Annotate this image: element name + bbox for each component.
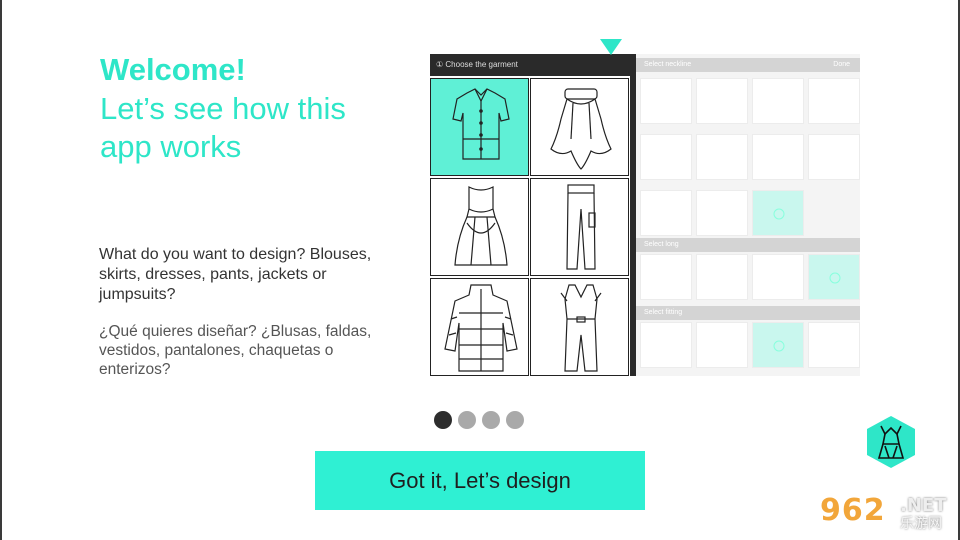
garment-pane-header: ① Choose the garment [430,54,630,76]
fitting-option[interactable] [696,322,748,368]
neckline-header: Select neckline Done [636,58,860,72]
long-option[interactable] [696,254,748,300]
garment-selection-pane: ① Choose the garment [430,54,630,376]
page-dot-2[interactable] [458,411,476,429]
description-spanish: ¿Qué quieres diseñar? ¿Blusas, faldas, v… [99,323,372,378]
neckline-option[interactable] [696,190,748,236]
fitting-header: Select fitting [636,306,860,320]
garment-grid [430,78,630,376]
pointer-arrow-icon [600,39,622,55]
neckline-option[interactable] [696,78,748,124]
page-dot-3[interactable] [482,411,500,429]
blouse-icon [452,88,510,160]
check-circle-icon [773,208,785,220]
watermark-number: 962 [820,493,886,528]
neckline-header-label: Select neckline [644,61,692,68]
neckline-option-selected[interactable] [752,190,804,236]
neckline-option[interactable] [640,134,692,180]
jacket-icon [444,284,518,372]
long-option[interactable] [640,254,692,300]
neckline-option[interactable] [808,78,860,124]
neckline-option[interactable] [752,134,804,180]
neckline-option[interactable] [640,190,692,236]
app-preview-mockup: ① Choose the garment Select neckline Don… [430,54,860,376]
watermark-logo: 962 .NET 乐游网 [820,493,955,533]
garment-cell-jumpsuit[interactable] [530,278,629,376]
skirt-icon [550,88,612,170]
check-circle-icon [773,340,785,352]
dress-icon [454,186,508,266]
fitting-option[interactable] [808,322,860,368]
page-dot-1[interactable] [434,411,452,429]
page-dot-4[interactable] [506,411,524,429]
garment-cell-jacket[interactable] [430,278,529,376]
fitting-option[interactable] [640,322,692,368]
fitting-option-selected[interactable] [752,322,804,368]
garment-cell-blouse[interactable] [430,78,529,176]
garment-cell-skirt[interactable] [530,78,629,176]
description-english: What do you want to design? Blouses, ski… [99,246,372,303]
dress-form-icon[interactable] [863,414,919,470]
watermark-chinese: 乐游网 [900,516,942,532]
garment-cell-dress[interactable] [430,178,529,276]
long-option-selected[interactable] [808,254,860,300]
long-option[interactable] [752,254,804,300]
jumpsuit-icon [560,284,602,372]
welcome-heading: Welcome! [100,52,246,87]
neckline-option[interactable] [808,134,860,180]
got-it-button[interactable]: Got it, Let’s design [315,451,645,510]
options-pane: Select neckline Done Select long Select … [636,54,860,376]
pants-icon [566,184,596,270]
neckline-option[interactable] [640,78,692,124]
neckline-option[interactable] [696,134,748,180]
long-header: Select long [636,238,860,252]
neckline-option[interactable] [752,78,804,124]
check-circle-icon [829,272,841,284]
window-frame-left [0,0,2,540]
done-button[interactable]: Done [833,58,850,72]
intro-subtitle: Let’s see how this app works [100,91,346,164]
garment-cell-pants[interactable] [530,178,629,276]
